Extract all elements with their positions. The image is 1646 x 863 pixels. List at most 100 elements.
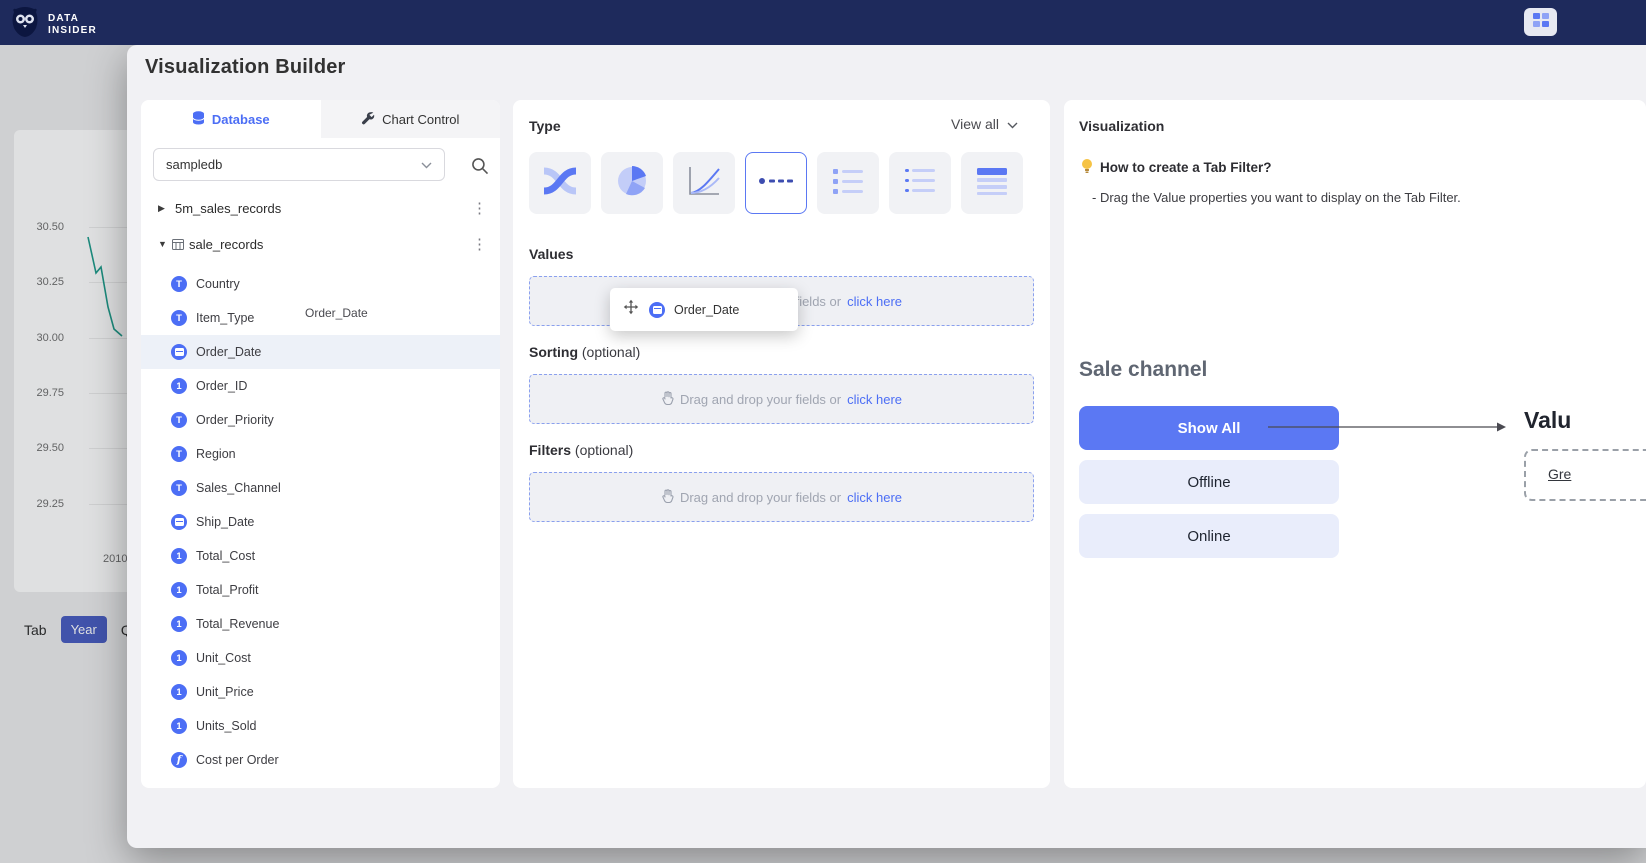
tree-label: 5m_sales_records [175, 201, 281, 216]
clipped-link[interactable]: Gre [1548, 466, 1571, 482]
number-field-icon: 1 [171, 378, 187, 394]
kebab-menu-icon[interactable]: ⋮ [472, 199, 486, 217]
topbar: DATA INSIDER [0, 0, 1646, 45]
caret-right-icon[interactable]: ▶ [158, 203, 168, 214]
filters-dropzone[interactable]: Drag and drop your fields or click here [529, 472, 1034, 522]
field-row-region[interactable]: T Region [141, 437, 500, 471]
field-row-cost-per-order[interactable]: f Cost per Order [141, 743, 500, 777]
grid-icon [1533, 13, 1549, 32]
chart-type-pie[interactable] [601, 152, 663, 214]
drag-ghost-label: Order_Date [674, 303, 739, 317]
view-all-button[interactable]: View all [951, 116, 1018, 132]
hand-icon [661, 489, 674, 506]
field-row-item-type[interactable]: T Item_Type [141, 301, 500, 335]
number-field-icon: 1 [171, 616, 187, 632]
function-field-icon: f [171, 752, 187, 768]
field-row-total-revenue[interactable]: 1 Total_Revenue [141, 607, 500, 641]
field-row-order-date[interactable]: Order_Date [141, 335, 500, 369]
visualization-builder-modal: Visualization Builder Database [127, 45, 1646, 848]
filters-label: Filters [529, 442, 571, 458]
chart-type-line[interactable] [673, 152, 735, 214]
sorting-section-label: Sorting (optional) [529, 344, 640, 360]
tab-chart-control[interactable]: Chart Control [321, 100, 501, 138]
chart-type-table[interactable] [961, 152, 1023, 214]
tab-chart-control-label: Chart Control [382, 112, 459, 127]
field-list: T Country T Item_Type Order_Date 1 Order… [141, 267, 500, 777]
filter-button-show-all[interactable]: Show All [1079, 406, 1339, 450]
chevron-down-icon [1007, 116, 1018, 132]
builder-panel: Type View all [513, 100, 1050, 788]
brand[interactable]: DATA INSIDER [10, 6, 97, 43]
optional-label: (optional) [582, 344, 640, 360]
search-icon[interactable] [471, 157, 489, 175]
dropzone-click-here-link[interactable]: click here [847, 490, 902, 505]
modal-title: Visualization Builder [145, 56, 346, 79]
chart-type-list[interactable] [817, 152, 879, 214]
field-row-order-id[interactable]: 1 Order_ID [141, 369, 500, 403]
field-label: Order_Date [196, 345, 261, 359]
tab-filter-icon [758, 174, 794, 192]
chart-type-sankey[interactable] [529, 152, 591, 214]
database-panel: Database Chart Control sampledb [141, 100, 500, 788]
field-label: Total_Cost [196, 549, 255, 563]
dropzone-click-here-link[interactable]: click here [847, 392, 902, 407]
filter-button-offline[interactable]: Offline [1079, 460, 1339, 504]
tab-database[interactable]: Database [141, 100, 321, 138]
bulb-icon [1080, 158, 1094, 179]
field-row-country[interactable]: T Country [141, 267, 500, 301]
field-label: Total_Revenue [196, 617, 279, 631]
dropzone-text: Drag and drop your fields or [680, 490, 841, 505]
dashboard-grid-button[interactable] [1524, 8, 1557, 36]
view-all-label: View all [951, 116, 999, 132]
caret-down-icon[interactable]: ▼ [158, 239, 168, 249]
field-row-total-cost[interactable]: 1 Total_Cost [141, 539, 500, 573]
dropzone-text: Drag and drop your fields or [680, 392, 841, 407]
dropzone-click-here-link[interactable]: click here [847, 294, 902, 309]
field-row-sales-channel[interactable]: T Sales_Channel [141, 471, 500, 505]
field-row-unit-cost[interactable]: 1 Unit_Cost [141, 641, 500, 675]
field-label: Unit_Cost [196, 651, 251, 665]
tree-item-sale-records[interactable]: ▼ sale_records ⋮ [141, 229, 500, 259]
tip-title: How to create a Tab Filter? [1100, 160, 1272, 175]
field-row-ship-date[interactable]: Ship_Date [141, 505, 500, 539]
filter-button-online[interactable]: Online [1079, 514, 1339, 558]
widget-title: Sale channel [1079, 358, 1207, 382]
optional-label: (optional) [575, 442, 633, 458]
text-field-icon: T [171, 480, 187, 496]
field-label: Unit_Price [196, 685, 254, 699]
database-select-value: sampledb [166, 157, 222, 172]
panel-tabs: Database Chart Control [141, 100, 500, 138]
list-alt-icon [903, 166, 937, 201]
sorting-dropzone[interactable]: Drag and drop your fields or click here [529, 374, 1034, 424]
field-row-total-profit[interactable]: 1 Total_Profit [141, 573, 500, 607]
number-field-icon: 1 [171, 650, 187, 666]
visualization-panel: Visualization How to create a Tab Filter… [1064, 100, 1646, 788]
field-row-unit-price[interactable]: 1 Unit_Price [141, 675, 500, 709]
field-label: Order_Priority [196, 413, 274, 427]
field-row-units-sold[interactable]: 1 Units_Sold [141, 709, 500, 743]
values-section-label: Values [529, 246, 573, 262]
wrench-icon [361, 111, 375, 128]
drag-ghost: Order_Date [610, 288, 798, 331]
owl-logo-icon [10, 6, 40, 43]
filters-section-label: Filters (optional) [529, 442, 633, 458]
date-field-icon [649, 302, 665, 318]
field-label: Total_Profit [196, 583, 259, 597]
chart-type-list-alt[interactable] [889, 152, 951, 214]
text-field-icon: T [171, 276, 187, 292]
tree-label: sale_records [189, 237, 263, 252]
pie-icon [615, 164, 649, 203]
field-row-order-priority[interactable]: T Order_Priority [141, 403, 500, 437]
chevron-down-icon [421, 157, 432, 172]
sorting-label: Sorting [529, 344, 578, 360]
tab-database-label: Database [212, 112, 270, 127]
chart-type-tab-filter[interactable] [745, 152, 807, 214]
text-field-icon: T [171, 412, 187, 428]
clipped-dropzone[interactable]: Gre [1524, 449, 1646, 501]
database-select[interactable]: sampledb [153, 148, 445, 181]
kebab-menu-icon[interactable]: ⋮ [472, 235, 486, 253]
tree-item-5m-sales-records[interactable]: ▶ 5m_sales_records ⋮ [141, 193, 500, 223]
database-icon [192, 111, 205, 128]
type-section-label: Type [529, 118, 561, 134]
list-icon [831, 166, 865, 201]
